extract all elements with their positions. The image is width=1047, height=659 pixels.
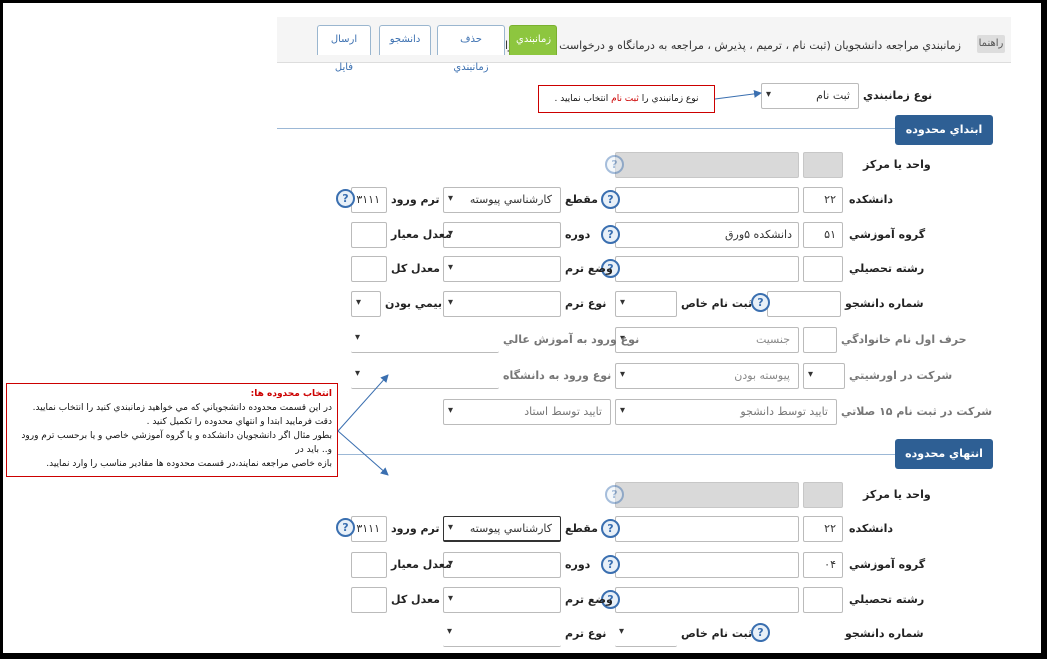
arrow-icon xyxy=(714,89,762,100)
page: راهنما زمانبندي مراجعه دانشجويان (ثبت نا… xyxy=(3,3,1041,653)
arrow-icon xyxy=(337,430,389,476)
annotation-arrows xyxy=(337,89,762,476)
arrow-icon xyxy=(337,374,389,432)
